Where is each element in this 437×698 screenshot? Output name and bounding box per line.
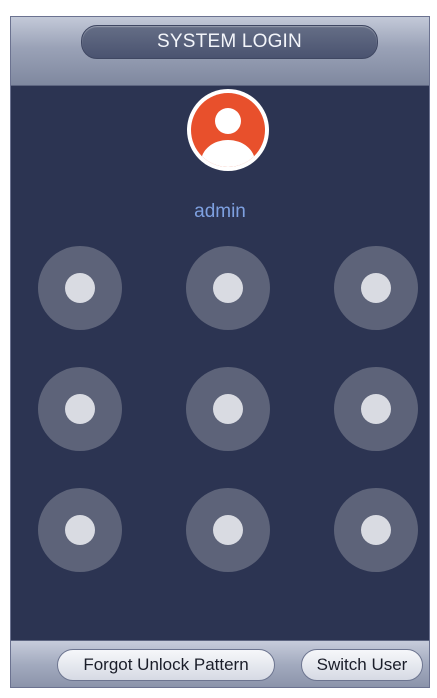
switch-user-button[interactable]: Switch User — [301, 649, 423, 681]
forgot-pattern-button[interactable]: Forgot Unlock Pattern — [57, 649, 275, 681]
pattern-dot-core — [65, 394, 95, 424]
footer-bar: Forgot Unlock Pattern Switch User — [11, 640, 429, 687]
pattern-dot-core — [213, 273, 243, 303]
pattern-dot-3[interactable] — [334, 246, 418, 330]
pattern-dot-1[interactable] — [38, 246, 122, 330]
pattern-dot-8[interactable] — [186, 488, 270, 572]
pattern-dot-core — [213, 394, 243, 424]
pattern-dot-core — [361, 273, 391, 303]
pattern-dot-core — [361, 394, 391, 424]
pattern-dot-7[interactable] — [38, 488, 122, 572]
pattern-dot-5[interactable] — [186, 367, 270, 451]
pattern-dot-4[interactable] — [38, 367, 122, 451]
login-window: SYSTEM LOGIN admin Forgot Unlock Pattern… — [10, 16, 430, 688]
pattern-dot-core — [65, 273, 95, 303]
pattern-dot-core — [65, 515, 95, 545]
pattern-dot-core — [361, 515, 391, 545]
pattern-dot-2[interactable] — [186, 246, 270, 330]
pattern-dot-9[interactable] — [334, 488, 418, 572]
pattern-dot-core — [213, 515, 243, 545]
unlock-pattern-grid[interactable] — [11, 17, 429, 637]
pattern-dot-6[interactable] — [334, 367, 418, 451]
